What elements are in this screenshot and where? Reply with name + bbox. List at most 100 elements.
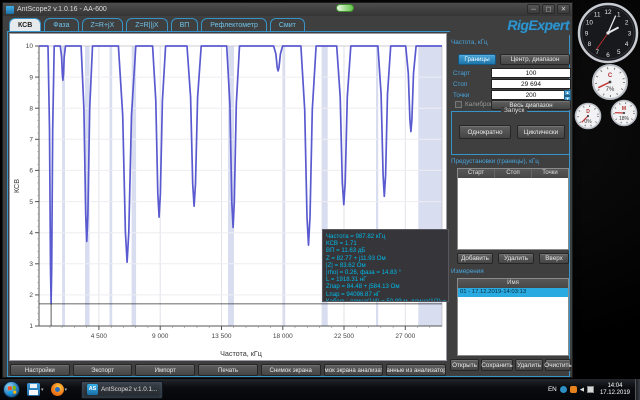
swr-chart-svg[interactable]: 4 5009 00013 50018 00022 50027 000123456… bbox=[10, 34, 448, 362]
svg-text:6: 6 bbox=[29, 168, 33, 175]
tooltip-line: L = 1918.31 нГ bbox=[326, 276, 445, 283]
tray-app-icon[interactable] bbox=[560, 386, 567, 393]
clock-numeral: 9 bbox=[585, 30, 589, 37]
clock-numeral: 11 bbox=[594, 12, 601, 19]
clock-numeral: 4 bbox=[625, 41, 629, 48]
tray-clock[interactable]: 14:04 17.12.2019 bbox=[597, 383, 633, 397]
svg-text:1: 1 bbox=[29, 323, 33, 330]
tab-swr[interactable]: КСВ bbox=[9, 18, 41, 32]
analyzer-screenshot-button[interactable]: Снимок экрана анализатора bbox=[324, 364, 384, 376]
tooltip-line: Lпар = 94096.87 нГ bbox=[326, 291, 445, 298]
tooltip-line: Кабель: длина(1/4) = 50.09 м, длина(1/2)… bbox=[326, 298, 445, 302]
jumplist-caret-icon[interactable]: ▾ bbox=[41, 387, 44, 393]
run-once-button[interactable]: Однократно bbox=[459, 125, 511, 139]
preset-delete-button[interactable]: Удалить bbox=[498, 253, 534, 264]
preset-up-button[interactable]: Вверх bbox=[539, 253, 569, 264]
task-button-label: AntScope2 v.1.0.1... bbox=[101, 386, 157, 393]
svg-text:22 500: 22 500 bbox=[334, 333, 354, 340]
svg-text:18 000: 18 000 bbox=[273, 333, 293, 340]
gauge-value: 7% bbox=[606, 87, 615, 93]
open-button[interactable]: Открыть bbox=[450, 359, 479, 371]
tab-z-parallel[interactable]: Z=R||jX bbox=[126, 18, 167, 32]
title-bar[interactable]: AntScope2 v.1.0.16 - AA-600 ─ ▢ ✕ bbox=[3, 3, 572, 16]
measurements-table[interactable]: Имя 01 - 17.12.2019-14:03:13 bbox=[457, 278, 569, 356]
calibration-checkbox[interactable] bbox=[455, 101, 462, 108]
svg-text:9 000: 9 000 bbox=[152, 333, 169, 340]
jumplist-caret-icon[interactable]: ▾ bbox=[65, 387, 68, 393]
tab-z-series[interactable]: Z=R+jX bbox=[82, 18, 124, 32]
measurement-row[interactable]: 01 - 17.12.2019-14:03:13 bbox=[458, 288, 568, 297]
svg-text:9: 9 bbox=[29, 74, 33, 81]
delete-button[interactable]: Удалить bbox=[515, 359, 543, 371]
maximize-button[interactable]: ▢ bbox=[542, 4, 555, 14]
windows-logo-icon bbox=[8, 386, 17, 395]
firefox-icon[interactable] bbox=[51, 383, 64, 396]
tab-phase[interactable]: Фаза bbox=[44, 18, 78, 32]
tooltip-line: Частота = 987.82 кГц bbox=[326, 233, 445, 240]
measurements-title: Измерения bbox=[451, 268, 484, 275]
frequency-panel-title: Частота, кГц bbox=[451, 39, 488, 46]
language-indicator[interactable]: EN bbox=[548, 386, 557, 393]
import-button[interactable]: Импорт bbox=[135, 364, 195, 376]
tooltip-line: КСВ = 1.71 bbox=[326, 240, 445, 247]
clock-numeral: 3 bbox=[628, 30, 632, 37]
presets-col-stop[interactable]: Стоп bbox=[495, 169, 532, 178]
gauge-letter: M bbox=[622, 106, 626, 112]
stop-input[interactable]: 29 694 bbox=[491, 79, 571, 89]
points-input[interactable]: 200 bbox=[491, 90, 571, 100]
bounds-button[interactable]: Границы bbox=[458, 54, 496, 65]
center-range-button[interactable]: Центр, диапазон bbox=[500, 54, 570, 65]
bottom-toolbar: Настройки Экспорт Импорт Печать Снимок э… bbox=[9, 363, 447, 377]
antscope-task-button[interactable]: AS AntScope2 v.1.0.1... bbox=[81, 381, 163, 399]
rigexpert-logo: RigExpert bbox=[450, 16, 571, 35]
presets-col-start[interactable]: Старт bbox=[458, 169, 495, 178]
tab-smith[interactable]: Смит bbox=[270, 18, 305, 32]
start-input[interactable]: 100 bbox=[491, 68, 571, 78]
save-button[interactable]: Сохранить bbox=[481, 359, 513, 371]
export-button[interactable]: Экспорт bbox=[73, 364, 133, 376]
tab-bar: КСВ Фаза Z=R+jX Z=R||jX ВП Рефлектометр … bbox=[9, 17, 305, 32]
svg-text:2: 2 bbox=[29, 292, 33, 299]
speaker-icon[interactable]: ◀ bbox=[580, 387, 584, 393]
tray-date: 17.12.2019 bbox=[600, 390, 630, 397]
minimize-button[interactable]: ─ bbox=[527, 4, 540, 14]
settings-button[interactable]: Настройки bbox=[10, 364, 70, 376]
close-button[interactable]: ✕ bbox=[557, 4, 570, 14]
tab-return-loss[interactable]: ВП bbox=[171, 18, 199, 32]
svg-text:5: 5 bbox=[29, 199, 33, 206]
clear-button[interactable]: Очистить bbox=[545, 359, 571, 371]
svg-text:10: 10 bbox=[26, 43, 34, 50]
tab-reflectometer[interactable]: Рефлектометр bbox=[201, 18, 267, 32]
svg-text:13 500: 13 500 bbox=[212, 333, 232, 340]
x-axis-title: Частота, кГц bbox=[220, 349, 262, 358]
tooltip-line: ВП = 11.63 дБ bbox=[326, 247, 445, 254]
taskbar: ▾ ▾ AS AntScope2 v.1.0.1... EN ◀ 14:04 1… bbox=[0, 378, 640, 400]
tray-app-icon[interactable] bbox=[570, 386, 577, 393]
print-button[interactable]: Печать bbox=[198, 364, 258, 376]
tooltip-line: |rho| = 0.26, фаза = 14.83 ° bbox=[326, 269, 445, 276]
clock-numeral: 12 bbox=[604, 9, 612, 16]
tooltip-line: |Z| = 83.62 Ом bbox=[326, 262, 445, 269]
desktop: AntScope2 v.1.0.16 - AA-600 ─ ▢ ✕ КСВ Фа… bbox=[0, 0, 640, 400]
show-desktop-button[interactable] bbox=[635, 379, 640, 400]
system-tray: EN ◀ 14:04 17.12.2019 bbox=[548, 383, 635, 397]
points-stepper[interactable]: ▲▼ bbox=[564, 90, 571, 100]
svg-text:4: 4 bbox=[29, 230, 33, 237]
presets-table[interactable]: Старт Стоп Точки bbox=[457, 168, 569, 250]
swr-chart[interactable]: 4 5009 00013 50018 00022 50027 000123456… bbox=[9, 33, 447, 361]
analyzer-data-button[interactable]: Данные из анализатора bbox=[386, 364, 446, 376]
svg-text:3: 3 bbox=[29, 261, 33, 268]
tray-time: 14:04 bbox=[600, 383, 630, 390]
measurements-col-name[interactable]: Имя bbox=[458, 279, 568, 288]
swr-chart-canvas[interactable]: 4 5009 00013 50018 00022 50027 000123456… bbox=[10, 34, 446, 367]
tray-app-icon[interactable] bbox=[587, 386, 594, 393]
run-cyclic-button[interactable]: Циклически bbox=[517, 125, 565, 139]
preset-add-button[interactable]: Добавить bbox=[457, 253, 493, 264]
start-button[interactable] bbox=[3, 381, 20, 398]
disk-gauge: D 0% bbox=[574, 102, 602, 135]
clock-gadget: 121234567891011 bbox=[577, 2, 639, 69]
pinned-app-icon[interactable] bbox=[27, 383, 40, 396]
presets-col-points[interactable]: Точки bbox=[532, 169, 568, 178]
gauge-letter: D bbox=[586, 109, 590, 115]
screenshot-button[interactable]: Снимок экрана bbox=[261, 364, 321, 376]
